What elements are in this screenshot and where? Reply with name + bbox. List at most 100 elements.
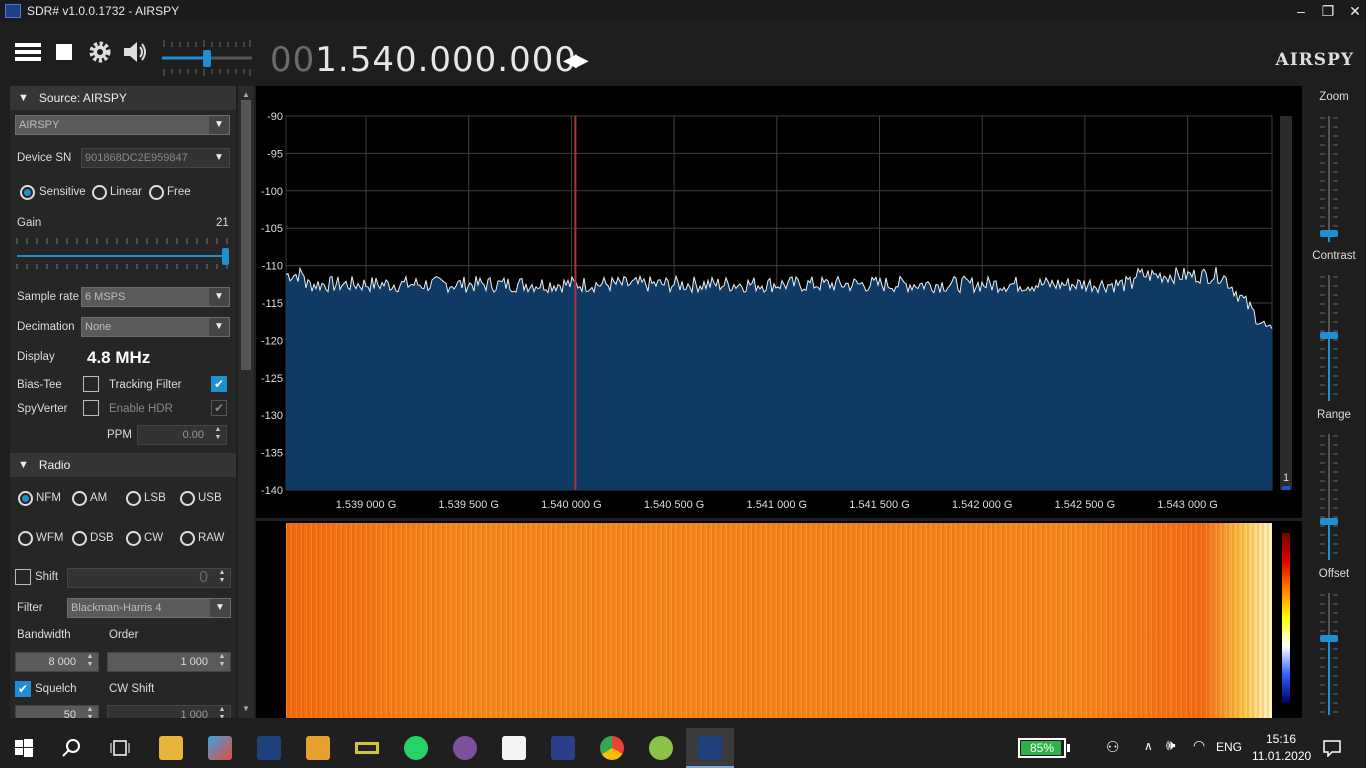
- mode-wfm-radio[interactable]: [18, 531, 33, 546]
- gear-icon[interactable]: [86, 38, 114, 66]
- stop-icon[interactable]: [50, 38, 78, 66]
- offset-slider[interactable]: [1316, 591, 1352, 717]
- zoom-slider[interactable]: [1316, 114, 1352, 244]
- scroll-down-icon[interactable]: ▼: [242, 704, 250, 713]
- y-tick-label: -125: [261, 373, 283, 385]
- battery-indicator[interactable]: 85%: [1018, 738, 1066, 758]
- package-icon[interactable]: [306, 736, 330, 760]
- ppm-stepper[interactable]: 0.00 ▲ ▼: [137, 425, 227, 445]
- source-section-header[interactable]: ▼ Source: AIRSPY: [10, 86, 236, 110]
- spectrum-scroll-thumb[interactable]: [1282, 486, 1290, 490]
- gain-label: Gain: [17, 217, 42, 229]
- red-app-icon[interactable]: [502, 736, 526, 760]
- bandwidth-stepper[interactable]: 8 000 ▲ ▼: [15, 652, 99, 672]
- squelch-checkbox[interactable]: ✔: [15, 681, 31, 697]
- stepper-arrows-icon[interactable]: ▲ ▼: [216, 569, 228, 587]
- mode-linear-label: Linear: [110, 186, 142, 198]
- clock-date[interactable]: 11.01.2020: [1252, 749, 1311, 763]
- viber-icon[interactable]: [453, 736, 477, 760]
- windows-start-icon[interactable]: [15, 739, 33, 757]
- spectrum-chart[interactable]: -90 -95 -100 -105 -110 -115 -120 -125 -130 -135 -1…: [256, 86, 1302, 518]
- stepper-arrows-icon[interactable]: ▲ ▼: [216, 706, 228, 718]
- spyverter-checkbox[interactable]: [83, 400, 99, 416]
- ppm-value: 0.00: [182, 429, 204, 441]
- filter-label: Filter: [17, 602, 43, 614]
- spectrum-analyzer[interactable]: -90 -95 -100 -105 -110 -115 -120 -125 -130 -135 -1…: [256, 86, 1302, 518]
- tuning-arrows-icon[interactable]: ◀▶: [563, 50, 589, 71]
- mode-raw-radio[interactable]: [180, 531, 195, 546]
- active-app-highlight[interactable]: [686, 728, 734, 768]
- cw-shift-label: CW Shift: [109, 683, 155, 695]
- order-stepper[interactable]: 1 000 ▲ ▼: [107, 652, 231, 672]
- left-panel-scrollbar[interactable]: ▲ ▼: [238, 86, 254, 718]
- paint-icon[interactable]: [208, 736, 232, 760]
- source-header-label: Source: AIRSPY: [38, 91, 127, 105]
- green-disc-icon[interactable]: [649, 736, 673, 760]
- close-button[interactable]: ✕: [1340, 0, 1366, 22]
- mode-lsb-radio[interactable]: [126, 491, 141, 506]
- spectrum-scroll-value: 1: [1283, 472, 1289, 484]
- mode-cw-radio[interactable]: [126, 531, 141, 546]
- stepper-arrows-icon[interactable]: ▲ ▼: [216, 653, 228, 671]
- frequency-value[interactable]: 1.540.000.000: [315, 40, 577, 80]
- file-explorer-icon[interactable]: [159, 736, 183, 760]
- enable-hdr-checkbox[interactable]: ✔: [211, 400, 227, 416]
- bandwidth-value: 8 000: [48, 656, 76, 668]
- scroll-up-icon[interactable]: ▲: [242, 90, 250, 99]
- shift-stepper[interactable]: 0 ▲ ▼: [67, 568, 231, 588]
- waterfall-display[interactable]: [256, 521, 1302, 718]
- mode-usb-radio[interactable]: [180, 491, 195, 506]
- bias-tee-checkbox[interactable]: [83, 376, 99, 392]
- task-view-icon[interactable]: [110, 738, 130, 758]
- volume-slider[interactable]: [160, 38, 254, 78]
- whatsapp-icon[interactable]: [404, 736, 428, 760]
- volume-icon[interactable]: 🕪: [1166, 737, 1175, 754]
- restore-button[interactable]: ❐: [1313, 0, 1343, 22]
- tracking-filter-checkbox[interactable]: ✔: [211, 376, 227, 392]
- decimation-select[interactable]: None ▼: [81, 317, 230, 337]
- scrollbar-thumb[interactable]: [241, 100, 251, 370]
- device-select[interactable]: AIRSPY ▼: [15, 115, 230, 135]
- mode-free-radio[interactable]: [149, 185, 164, 200]
- mode-dsb-radio[interactable]: [72, 531, 87, 546]
- frequency-display[interactable]: 001.540.000.000: [270, 40, 577, 80]
- chrome-icon[interactable]: [600, 736, 624, 760]
- wifi-icon[interactable]: ◠: [1193, 737, 1205, 754]
- device-select-value: AIRSPY: [19, 119, 60, 131]
- mode-lsb-label: LSB: [144, 492, 166, 504]
- mode-nfm-radio[interactable]: [18, 491, 33, 506]
- mode-sensitive-radio[interactable]: [20, 185, 35, 200]
- stepper-arrows-icon[interactable]: ▲ ▼: [212, 426, 224, 444]
- sample-rate-select[interactable]: 6 MSPS ▼: [81, 287, 230, 307]
- gain-slider[interactable]: [15, 236, 233, 270]
- chevron-up-icon[interactable]: ∧: [1144, 739, 1153, 753]
- filter-select[interactable]: Blackman-Harris 4 ▼: [67, 598, 231, 618]
- device-sn-select[interactable]: 901868DC2E959847 ▼: [81, 148, 230, 168]
- radio-section-header[interactable]: ▼ Radio: [10, 453, 236, 477]
- contrast-slider[interactable]: [1316, 273, 1352, 403]
- people-icon[interactable]: ⚇: [1106, 738, 1119, 756]
- speaker-icon[interactable]: [121, 38, 149, 66]
- language-indicator[interactable]: ENG: [1216, 740, 1242, 754]
- battery-app-icon[interactable]: [355, 736, 379, 760]
- clock-time[interactable]: 15:16: [1266, 732, 1296, 746]
- cw-shift-stepper[interactable]: 1 000 ▲ ▼: [107, 705, 231, 718]
- squelch-value: 50: [63, 709, 76, 718]
- mode-linear-radio[interactable]: [92, 185, 107, 200]
- spectrum-scrollbar[interactable]: [1280, 116, 1292, 490]
- sdr-app-icon[interactable]: [257, 736, 281, 760]
- range-slider[interactable]: [1316, 432, 1352, 562]
- stepper-arrows-icon[interactable]: ▲ ▼: [84, 706, 96, 718]
- stepper-arrows-icon[interactable]: ▲ ▼: [84, 653, 96, 671]
- minimize-button[interactable]: –: [1286, 0, 1316, 22]
- mode-usb-label: USB: [198, 492, 222, 504]
- shift-checkbox[interactable]: [15, 569, 31, 585]
- notification-icon[interactable]: [1323, 739, 1341, 757]
- hamburger-icon[interactable]: [14, 38, 42, 66]
- x-tick-label: 1.543 000 G: [1157, 499, 1218, 511]
- search-icon[interactable]: [62, 738, 82, 758]
- squelch-stepper[interactable]: 50 ▲ ▼: [15, 705, 99, 718]
- mode-am-radio[interactable]: [72, 491, 87, 506]
- chevron-down-icon: ▼: [210, 599, 230, 617]
- blue-app-icon[interactable]: [551, 736, 575, 760]
